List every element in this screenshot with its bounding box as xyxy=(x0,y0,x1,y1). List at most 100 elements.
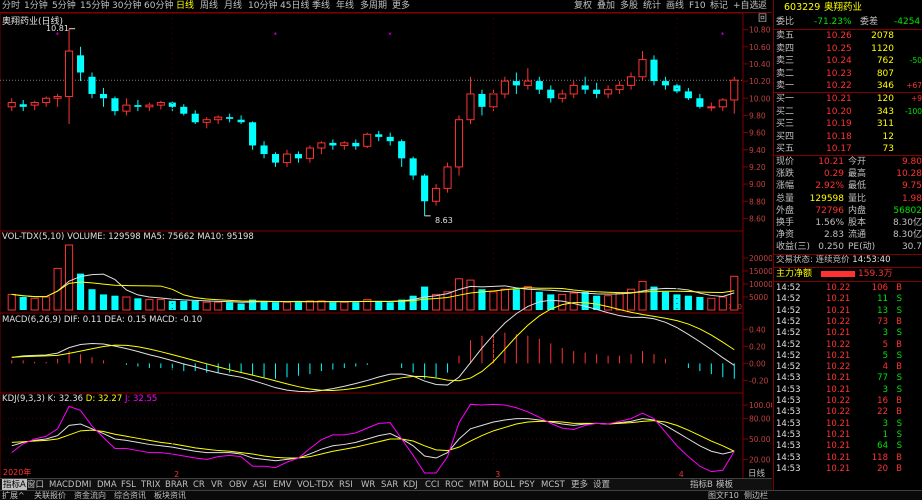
tool-button-6[interactable]: 标记 xyxy=(708,0,730,13)
status-tab-1[interactable]: 关联报价 xyxy=(34,490,66,500)
period-tab-2[interactable]: 5分钟 xyxy=(52,0,76,13)
stat-label-1: 总量 xyxy=(776,193,795,204)
status-tab-2[interactable]: 资金流向 xyxy=(74,490,106,500)
stock-code-header: 603229 奥翔药业 xyxy=(774,0,922,16)
sell-label: 卖一 xyxy=(776,81,795,91)
volume-bar xyxy=(317,300,326,311)
period-tab-5[interactable]: 60分钟 xyxy=(144,0,173,13)
tick-price: 10.21 xyxy=(826,441,851,452)
price-tick-label: 9.20 xyxy=(749,163,766,172)
tool-button-5[interactable]: F10 xyxy=(687,0,708,13)
status-right-tab-1[interactable]: 侧边栏 xyxy=(744,490,768,500)
sell-volume: 2078 xyxy=(871,31,894,41)
candle-body xyxy=(65,50,74,98)
buy-volume: 73 xyxy=(882,144,894,154)
price-tick-label: 10.00 xyxy=(749,94,771,103)
buy-row: 买二 10.20 343 -100 xyxy=(774,106,922,119)
price-tick-label: 8.80 xyxy=(749,197,766,206)
tick-side: S xyxy=(896,429,902,440)
candle-body xyxy=(111,98,119,112)
tick-price: 10.21 xyxy=(826,463,851,474)
stat-value-1: 0.29 xyxy=(823,169,844,180)
stat-value-2: 9.75 xyxy=(901,181,922,192)
status-tab-4[interactable]: 板块资讯 xyxy=(154,490,186,500)
tick-price: 10.21 xyxy=(826,328,851,339)
trading-app: 分时 1分钟 5分钟 15分钟 30分钟 60分钟 日线 周线 月线 10分钟 45日线 季线 年线 多周… xyxy=(0,0,922,500)
period-tab-4[interactable]: 30分钟 xyxy=(112,0,141,13)
status-tab-3[interactable]: 综合资讯 xyxy=(114,490,146,500)
tool-button-1[interactable]: 叠加 xyxy=(595,0,617,13)
tool-button-4[interactable]: 画线 xyxy=(664,0,686,13)
candle-body xyxy=(122,104,131,112)
candle-body xyxy=(478,93,486,107)
period-tab-1[interactable]: 1分钟 xyxy=(24,0,48,13)
candle-body xyxy=(53,96,62,99)
candle-body xyxy=(317,142,326,149)
candle-body xyxy=(638,59,647,78)
tick-row: 14:52 10.22 4 B xyxy=(774,362,922,373)
candle-body xyxy=(375,134,383,137)
candle-body xyxy=(305,147,314,159)
tick-price: 10.21 xyxy=(826,384,851,395)
sell-row: 卖四 10.25 1120 xyxy=(774,43,922,56)
weibi-value: -71.23% xyxy=(814,17,852,27)
candle-body xyxy=(226,117,234,119)
period-tab-9[interactable]: 10分钟 xyxy=(248,0,277,13)
vol-tick-label: 15000 xyxy=(749,267,772,276)
tick-side: S xyxy=(896,418,902,429)
stat-value-2: 30.7 xyxy=(901,242,922,253)
kdj-tick-label: 100.00 xyxy=(749,401,772,410)
status-right-tab-0[interactable]: 图文F10 xyxy=(708,490,739,500)
tick-volume: 77 xyxy=(877,373,888,384)
tick-row: 14:52 10.22 5 B xyxy=(774,340,922,351)
macd-tick-label: -0.20 xyxy=(749,376,769,385)
tick-price: 10.21 xyxy=(826,350,851,361)
period-tab-6[interactable]: 日线 xyxy=(176,0,194,13)
tool-button-8[interactable]: 返回 xyxy=(756,0,772,24)
period-tab-14[interactable]: 更多 xyxy=(392,0,410,13)
period-tab-0[interactable]: 分时 xyxy=(2,0,20,13)
main-flow-row: 主力净额 159.3万 xyxy=(774,267,922,281)
period-tab-8[interactable]: 月线 xyxy=(224,0,242,13)
tick-time: 14:52 xyxy=(776,362,801,373)
status-tab-0[interactable]: 扩展^ xyxy=(2,490,25,500)
candle-body xyxy=(76,55,85,73)
period-tab-3[interactable]: 15分钟 xyxy=(80,0,109,13)
vol-ma10-line xyxy=(11,281,735,303)
stat-label-2: 流通 xyxy=(848,230,867,241)
tick-volume: 20 xyxy=(877,463,888,474)
stat-value-1: 129598 xyxy=(809,193,844,204)
candle-body xyxy=(421,175,429,202)
tick-price: 10.22 xyxy=(826,316,851,327)
volume-bar xyxy=(673,294,681,310)
quote-panel: 603229 奥翔药业 委比 -71.23% 委差 -4254 卖五 10.26 2… xyxy=(773,0,922,490)
period-tab-13[interactable]: 多周期 xyxy=(360,0,387,13)
candle-body xyxy=(489,93,498,108)
sell-volume: 807 xyxy=(876,68,894,79)
period-tab-7[interactable]: 周线 xyxy=(200,0,218,13)
candle-body xyxy=(145,104,154,108)
volume-bar xyxy=(386,302,394,310)
candle-body xyxy=(7,102,16,108)
stat-value-2: 8.30亿 xyxy=(892,218,922,228)
period-tab-10[interactable]: 45日线 xyxy=(280,0,309,13)
period-tab-12[interactable]: 年线 xyxy=(336,0,354,13)
tick-price: 10.22 xyxy=(826,283,851,293)
kdj-tick-label: 20.00 xyxy=(749,455,771,464)
tick-price: 10.21 xyxy=(826,373,851,384)
event-marker: * xyxy=(388,31,392,39)
candle-body xyxy=(42,97,51,104)
candle-body xyxy=(512,81,520,86)
kline-chart[interactable]: 10.80 10.60 10.40 10.20 10.00 9.80 9.60 9.40 9.2… xyxy=(0,13,772,480)
stat-row: 收益(三) 0.250 PE(动) 30.7 xyxy=(774,241,922,254)
tool-button-2[interactable]: 多股 xyxy=(618,0,640,13)
tool-button-3[interactable]: 统计 xyxy=(641,0,663,13)
stock-code: 603229 xyxy=(784,2,821,13)
volume-bar xyxy=(535,291,543,310)
kdj-d: D: 32.27 xyxy=(85,394,123,404)
vol-tick-label: 5000 xyxy=(749,293,768,302)
period-tab-11[interactable]: 季线 xyxy=(312,0,330,13)
stat-label-2: 最高 xyxy=(848,169,867,180)
main-flow-label: 主力净额 xyxy=(776,269,813,279)
tool-button-0[interactable]: 复权 xyxy=(572,0,594,13)
